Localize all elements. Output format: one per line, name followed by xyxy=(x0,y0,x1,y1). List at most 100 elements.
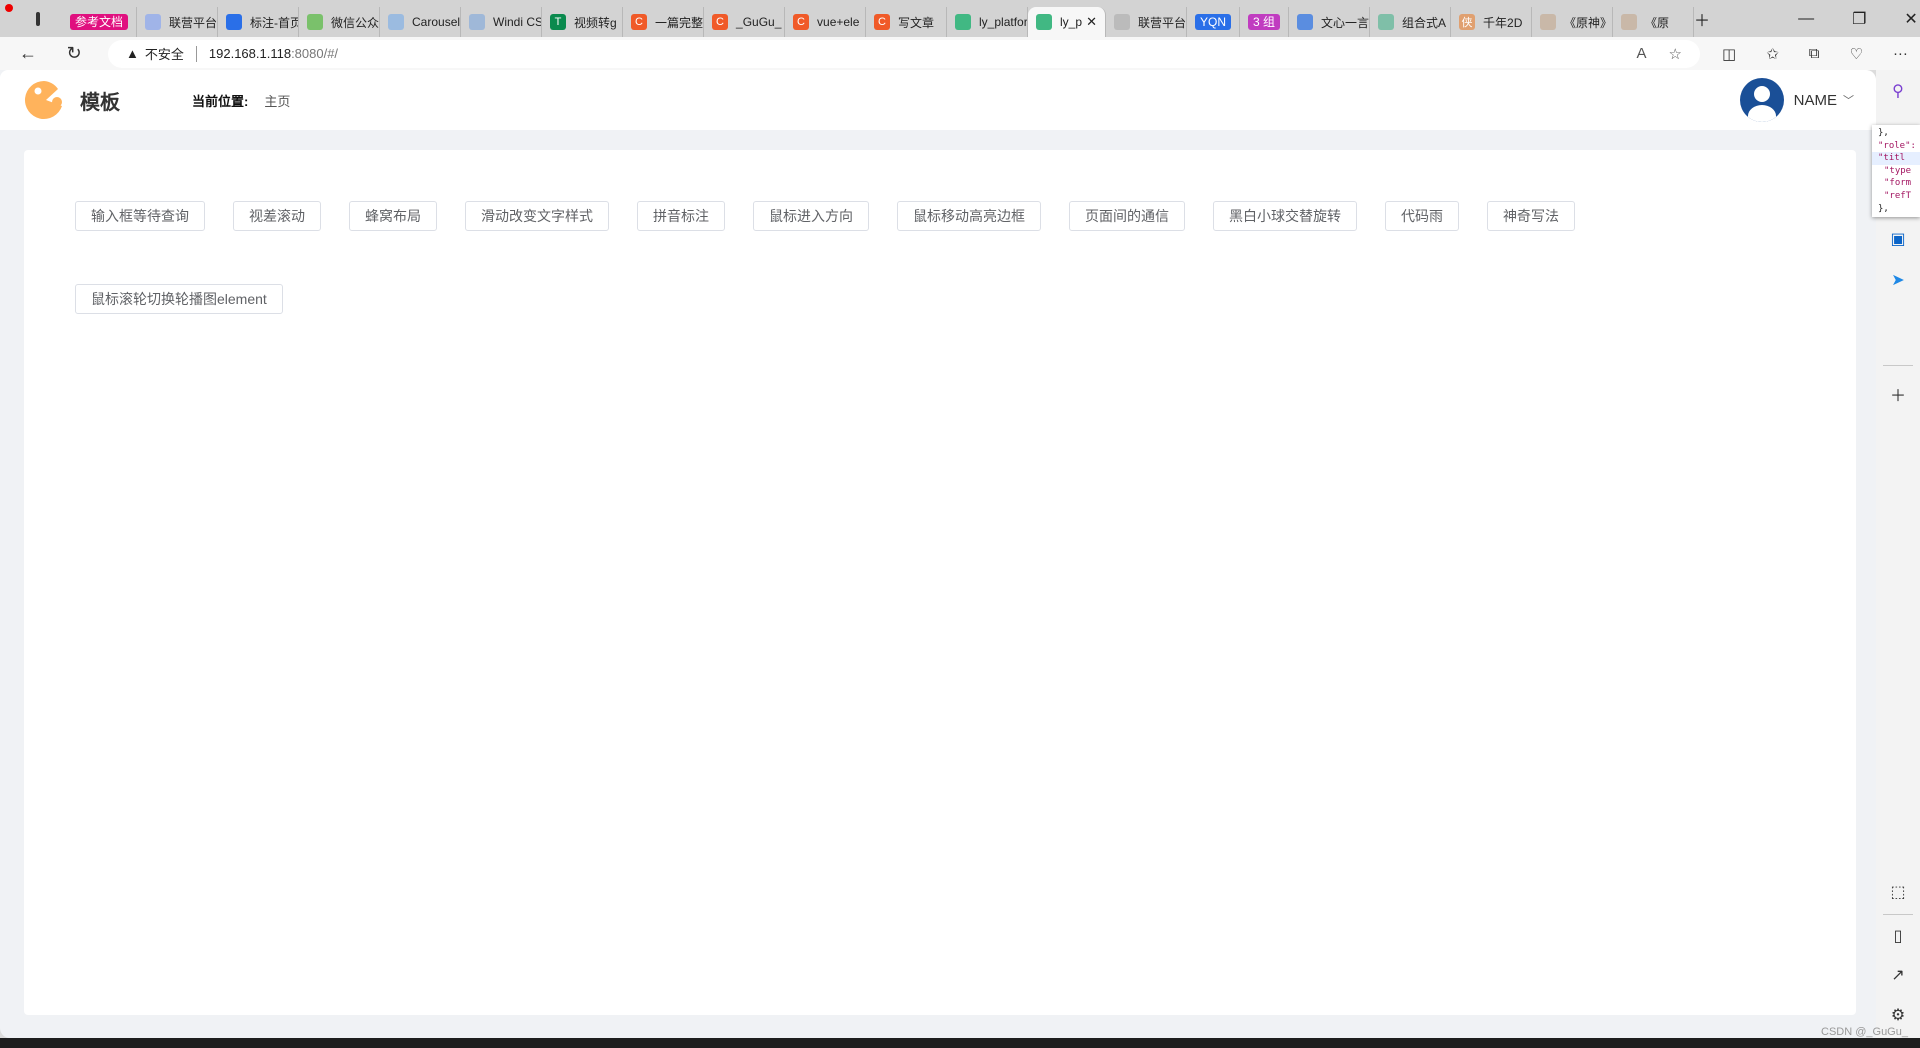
browser-tab[interactable]: 3 组 xyxy=(1240,7,1290,37)
wenxin-favicon-icon xyxy=(1297,14,1314,30)
address-input[interactable]: ▲ 不安全 192.168.1.118:8080/#/ A ☆ xyxy=(108,39,1700,68)
browser-tab[interactable]: C 一篇完整 xyxy=(623,7,705,37)
vue-favicon-icon xyxy=(1378,14,1395,30)
tab-title: 一篇完整 xyxy=(655,15,704,30)
json-line: "refT xyxy=(1884,190,1912,201)
tab-title: 视频转g xyxy=(574,15,617,30)
vue-favicon-icon xyxy=(955,14,972,30)
browser-tab[interactable]: YQN xyxy=(1187,7,1241,37)
telegram-icon[interactable]: ➤ xyxy=(1888,271,1908,291)
demo-button[interactable]: 神奇写法 xyxy=(1487,201,1575,231)
browser-tab[interactable]: ly_p ✕ xyxy=(1028,7,1107,37)
avatar-favicon-icon xyxy=(1621,14,1638,30)
tab-actions-icon[interactable] xyxy=(36,11,40,26)
windi-favicon-icon xyxy=(469,14,486,30)
outlook-icon[interactable]: ▣ xyxy=(1888,230,1908,250)
url-rest: :8080/#/ xyxy=(291,46,339,61)
demo-button[interactable]: 鼠标移动高亮边框 xyxy=(897,201,1041,231)
logo-icon xyxy=(24,80,62,119)
browser-tab[interactable]: 标注-首页 xyxy=(218,7,300,37)
external-link-icon[interactable]: ↗ xyxy=(1888,966,1908,986)
browser-tab[interactable]: 侠千年2D xyxy=(1451,7,1533,37)
screenshot-icon[interactable]: ⬚ xyxy=(1888,883,1908,903)
demo-button[interactable]: 页面间的通信 xyxy=(1069,201,1185,231)
browser-tab[interactable]: 《原神》 xyxy=(1532,7,1614,37)
browser-essentials-icon[interactable]: ♡ xyxy=(1849,45,1862,63)
warning-icon: ▲ xyxy=(126,46,139,61)
divider xyxy=(1883,914,1913,915)
browser-tab[interactable]: 参考文档 xyxy=(62,7,138,37)
tab-title: 《原神》 xyxy=(1564,15,1613,30)
security-label: 不安全 xyxy=(144,47,184,62)
tab-group-label[interactable]: 参考文档 xyxy=(70,14,129,30)
json-line: "form xyxy=(1884,178,1912,189)
browser-tab[interactable]: 组合式A xyxy=(1370,7,1452,37)
sidebar-toggle-icon[interactable]: ▯ xyxy=(1888,927,1908,947)
breadcrumb-current[interactable]: 主页 xyxy=(264,91,290,110)
demo-button[interactable]: 拼音标注 xyxy=(637,201,725,231)
maximize-button[interactable]: ❐ xyxy=(1852,9,1866,29)
browser-tab[interactable]: T 视频转g xyxy=(542,7,624,37)
browser-tab[interactable]: 《原 xyxy=(1613,7,1695,37)
new-tab-button[interactable]: ＋ xyxy=(1694,7,1710,31)
tab-group-label[interactable]: YQN xyxy=(1195,14,1232,30)
browser-tab[interactable]: Windi CSS xyxy=(461,7,543,37)
json-line: }, xyxy=(1878,128,1889,138)
avatar-favicon-icon xyxy=(1540,14,1557,30)
user-menu[interactable]: NAME ﹀ xyxy=(1739,78,1854,122)
search-icon[interactable]: ⚲ xyxy=(1888,82,1908,102)
close-window-button[interactable]: ✕ xyxy=(1904,9,1917,29)
refresh-icon[interactable]: ↻ xyxy=(60,43,88,64)
browser-tab[interactable]: 联营平台 xyxy=(137,7,219,37)
collections-icon[interactable]: ⧉ xyxy=(1809,45,1820,63)
back-icon[interactable]: ← xyxy=(14,43,42,64)
gear-icon[interactable]: ⚙ xyxy=(1888,1006,1908,1026)
browser-tab[interactable]: 联营平台 xyxy=(1106,7,1188,37)
tab-title: Windi CSS xyxy=(493,15,541,29)
browser-tab[interactable]: ly_platform xyxy=(947,7,1029,37)
add-icon[interactable]: ＋ xyxy=(1888,387,1908,407)
demo-button[interactable]: 视差滚动 xyxy=(233,201,321,231)
chevron-down-icon[interactable]: ﹀ xyxy=(1843,92,1854,108)
site-favicon-icon: 侠 xyxy=(1459,14,1476,30)
browser-tab[interactable]: Carousel xyxy=(380,7,462,37)
ghost-favicon-icon xyxy=(226,14,243,30)
tab-title: 联营平台 xyxy=(1138,15,1187,30)
close-tab-icon[interactable]: ✕ xyxy=(1086,14,1097,30)
address-bar-row: ← ↻ ▲ 不安全 192.168.1.118:8080/#/ A ☆ ◫ ✩ ⧉… xyxy=(0,37,1920,70)
site-favicon-icon: C xyxy=(793,14,810,30)
breadcrumb-label: 当前位置: xyxy=(192,93,249,109)
demo-button[interactable]: 输入框等待查询 xyxy=(75,201,205,231)
tab-title: 标注-首页 xyxy=(250,15,300,30)
demo-button[interactable]: 滑动改变文字样式 xyxy=(465,201,609,231)
json-line: "titl xyxy=(1872,152,1920,165)
browser-tab[interactable]: C _GuGu_ xyxy=(704,7,786,37)
demo-button[interactable]: 鼠标滚轮切换轮播图element xyxy=(75,284,283,314)
tab-group-label[interactable]: 3 组 xyxy=(1248,14,1281,30)
carousel-favicon-icon xyxy=(388,14,405,30)
page-favicon-icon xyxy=(1114,14,1131,30)
demo-button[interactable]: 黑白小球交替旋转 xyxy=(1213,201,1357,231)
site-favicon-icon: T xyxy=(550,14,567,30)
read-aloud-icon[interactable]: A xyxy=(1637,45,1647,63)
avatar[interactable] xyxy=(1739,78,1784,122)
demo-button[interactable]: 代码雨 xyxy=(1385,201,1459,231)
favorite-star-icon[interactable]: ☆ xyxy=(1669,45,1682,63)
browser-tab[interactable]: 文心一言 xyxy=(1289,7,1371,37)
favorites-icon[interactable]: ✩ xyxy=(1766,45,1779,63)
minimize-button[interactable]: — xyxy=(1798,10,1814,28)
split-screen-icon[interactable]: ◫ xyxy=(1722,45,1736,63)
browser-tab[interactable]: Cvue+ele xyxy=(785,7,867,37)
user-name[interactable]: NAME xyxy=(1794,92,1837,109)
app-header: 模板 当前位置: 主页 NAME ﹀ xyxy=(0,70,1876,130)
json-line: "role": xyxy=(1878,140,1916,151)
demo-button[interactable]: 蜂窝布局 xyxy=(349,201,437,231)
divider xyxy=(195,45,197,62)
vue-favicon-icon xyxy=(1036,14,1053,30)
browser-tab[interactable]: 微信公众 xyxy=(299,7,381,37)
demo-button[interactable]: 鼠标进入方向 xyxy=(753,201,869,231)
more-icon[interactable]: ··· xyxy=(1893,45,1908,63)
browser-tab[interactable]: C 写文章 xyxy=(866,7,948,37)
json-tooltip: }, "role": "titl "type "form "refT}, xyxy=(1872,125,1920,217)
tab-list: 参考文档 联营平台 标注-首页 微信公众 Carousel Windi CSS T 视频转g C… xyxy=(62,0,1695,37)
